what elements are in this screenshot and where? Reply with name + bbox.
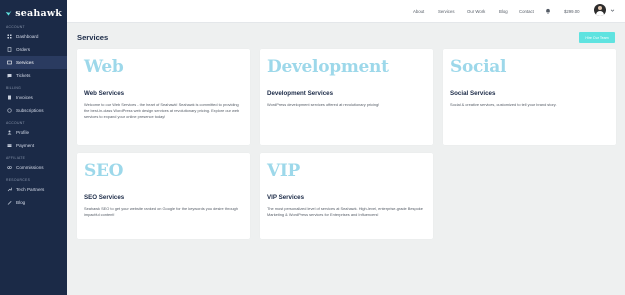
sidebar-item-label: Orders [16,47,31,52]
dashboard-icon [7,34,12,39]
topnav-link-services[interactable]: Services [438,9,454,14]
sidebar-item-label: Payment [16,143,35,148]
bell-icon[interactable] [545,8,551,14]
topnav-blog[interactable]: Blog [499,0,508,23]
sidebar-item-services[interactable]: Services [0,56,67,69]
card-big-word: SEO [84,161,124,181]
sidebar-item-profile[interactable]: Profile [0,126,67,139]
card-big-word: Web [84,57,124,77]
services-icon [7,60,12,65]
topnav-link-blog[interactable]: Blog [499,9,508,14]
sidebar-item-label: Invoices [16,95,33,100]
brand-name: seahawk [15,7,62,19]
card-description: WordPress development services offered a… [267,102,380,107]
sidebar-item-label: Dashboard [16,34,39,39]
topnav-link-contact[interactable]: Contact [519,9,534,14]
service-card-social[interactable]: Social Social Services Social & creative… [443,49,616,145]
sidebar-item-label: Tickets [16,73,31,78]
payment-icon [7,143,12,148]
tickets-icon [7,73,12,78]
sidebar-item-tech-partners[interactable]: Tech Partners [0,183,67,196]
profile-icon [7,130,12,135]
user-avatar[interactable] [594,4,606,16]
card-title[interactable]: VIP Services [267,194,426,201]
sidebar-item-invoices[interactable]: Invoices [0,91,67,104]
sidebar-item-label: Tech Partners [16,187,45,192]
sidebar-item-commissions[interactable]: Commissions [0,161,67,174]
card-big-word: Social [450,57,507,77]
card-description: Seahawk SEO to get your website ranked o… [84,206,238,218]
topnav-link-our-work[interactable]: Our Work [467,9,485,14]
invoice-icon [7,95,12,100]
page-title: Services [77,33,109,42]
sidebar-item-blog[interactable]: Blog [0,196,67,209]
sidebar: seahawk Account Dashboard Orders Service… [0,0,67,295]
orders-icon [7,47,12,52]
chevron-down-icon[interactable] [610,8,615,13]
sidebar-item-label: Subscriptions [16,108,44,113]
sidebar-item-label: Blog [16,200,26,205]
sidebar-item-payment[interactable]: Payment [0,139,67,152]
service-card-web[interactable]: Web Web Services Welcome to our Web Serv… [77,49,250,145]
card-title[interactable]: Development Services [267,90,426,97]
card-description: Welcome to our Web Services - the heart … [84,102,240,120]
pen-icon [7,200,12,205]
commissions-icon [7,165,12,170]
topnav-link-about[interactable]: About [413,9,424,14]
topnav-about[interactable]: About [413,0,424,23]
sidebar-item-label: Commissions [16,165,44,170]
top-bar: About Services Our Work Blog Contact $29… [67,0,625,23]
card-title[interactable]: Social Services [450,90,609,97]
card-description: The most personalized level of services … [267,206,423,218]
subscriptions-icon [7,108,12,113]
card-big-word: Development [267,57,389,77]
sidebar-item-label: Services [16,60,34,65]
hire-team-button[interactable]: Hire Our Team [579,32,615,43]
card-title[interactable]: SEO Services [84,194,243,201]
sidebar-item-subscriptions[interactable]: Subscriptions [0,104,67,117]
card-title[interactable]: Web Services [84,90,243,97]
topnav-our-work[interactable]: Our Work [467,0,485,23]
topnav-contact[interactable]: Contact [519,0,534,23]
sidebar-item-dashboard[interactable]: Dashboard [0,30,67,43]
sidebar-item-tickets[interactable]: Tickets [0,69,67,82]
cart-total[interactable]: $299.00 [564,9,580,14]
service-card-vip[interactable]: VIP VIP Services The most personalized l… [260,153,433,239]
sidebar-item-orders[interactable]: Orders [0,43,67,56]
card-description: Social & creative services, customized t… [450,102,557,107]
brand-logo[interactable]: seahawk [0,0,67,20]
service-card-seo[interactable]: SEO SEO Services Seahawk SEO to get your… [77,153,250,239]
card-big-word: VIP [267,161,301,181]
topnav-services[interactable]: Services [438,0,454,23]
seahawk-logo-icon [5,10,12,16]
sidebar-item-label: Profile [16,130,30,135]
service-card-development[interactable]: Development Development Services WordPre… [260,49,433,145]
wrench-icon [7,187,12,192]
